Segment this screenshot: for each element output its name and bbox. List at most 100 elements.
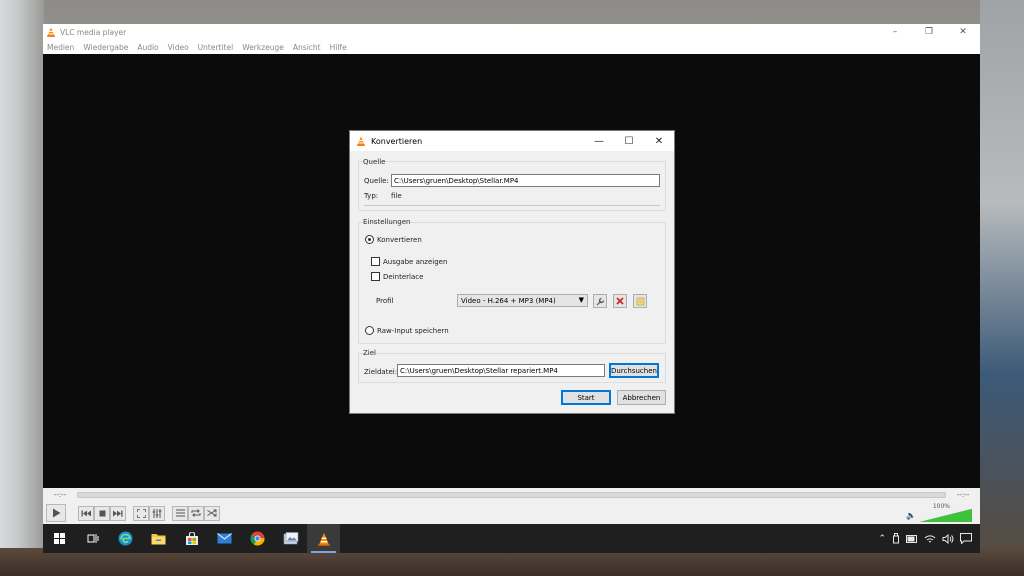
dropdown-arrow-icon: ▼ xyxy=(578,296,584,304)
edit-profile-button[interactable] xyxy=(593,294,607,308)
volume-slider[interactable] xyxy=(920,509,972,522)
task-view-button[interactable] xyxy=(76,524,109,553)
volume-control[interactable]: 100% 🔈 xyxy=(906,503,976,523)
start-button[interactable] xyxy=(43,524,76,553)
vlc-cone-icon xyxy=(47,27,55,37)
browse-button[interactable]: Durchsuchen xyxy=(609,363,659,378)
previous-button[interactable] xyxy=(78,505,94,521)
profile-select-value: Video - H.264 + MP3 (MP4) xyxy=(461,297,556,305)
windows-start-icon xyxy=(54,533,65,544)
profile-select[interactable]: Video - H.264 + MP3 (MP4) ▼ xyxy=(457,294,588,307)
dialog-titlebar[interactable]: Konvertieren — ☐ ✕ xyxy=(350,131,674,151)
menu-wiedergabe[interactable]: Wiedergabe xyxy=(83,43,128,52)
raw-input-radio[interactable] xyxy=(365,326,374,335)
type-label: Typ: xyxy=(364,192,379,200)
chevron-up-icon[interactable]: ⌃ xyxy=(878,534,886,544)
start-button[interactable]: Start xyxy=(561,390,611,405)
chrome-icon xyxy=(250,531,265,546)
delete-profile-button[interactable] xyxy=(613,294,627,308)
speaker-icon[interactable]: 🔈 xyxy=(906,511,916,520)
stop-button[interactable] xyxy=(94,505,110,521)
dialog-minimize-button[interactable]: — xyxy=(584,131,614,151)
store-taskbar-item[interactable] xyxy=(175,524,208,553)
dest-label: Zieldatei: xyxy=(364,368,398,376)
background-right xyxy=(980,0,1024,576)
playlist-icon xyxy=(175,509,185,517)
playback-controls: --:-- --:-- 100% 🔈 xyxy=(43,488,980,524)
minimize-button[interactable]: – xyxy=(878,24,912,40)
dialog-close-button[interactable]: ✕ xyxy=(644,131,674,151)
dialog-title: Konvertieren xyxy=(371,136,423,146)
time-elapsed: --:-- xyxy=(53,490,67,499)
source-input[interactable]: C:\Users\gruen\Desktop\Stellar.MP4 xyxy=(391,174,660,187)
windows-taskbar: ⌃ xyxy=(43,524,980,553)
volume-tray-icon[interactable] xyxy=(942,533,954,544)
menu-untertitel[interactable]: Untertitel xyxy=(198,43,234,52)
show-output-label[interactable]: Ausgabe anzeigen xyxy=(383,258,447,266)
dialog-maximize-button[interactable]: ☐ xyxy=(614,131,644,151)
menu-medien[interactable]: Medien xyxy=(47,43,74,52)
photos-taskbar-item[interactable] xyxy=(274,524,307,553)
menu-werkzeuge[interactable]: Werkzeuge xyxy=(242,43,284,52)
loop-icon xyxy=(191,509,201,517)
close-button[interactable]: ✕ xyxy=(946,24,980,40)
file-explorer-icon xyxy=(151,534,166,545)
delete-x-icon xyxy=(616,297,624,305)
edge-taskbar-item[interactable] xyxy=(109,524,142,553)
source-label: Quelle: xyxy=(364,177,389,185)
fullscreen-button[interactable] xyxy=(133,505,149,521)
file-explorer-taskbar-item[interactable] xyxy=(142,524,175,553)
vlc-taskbar-item[interactable] xyxy=(307,524,340,553)
extended-settings-button[interactable] xyxy=(149,505,165,521)
notification-icon[interactable] xyxy=(960,533,972,544)
next-button[interactable] xyxy=(110,505,126,521)
wifi-icon[interactable] xyxy=(924,534,936,544)
new-profile-button[interactable] xyxy=(633,294,647,308)
background-left xyxy=(0,0,44,576)
source-divider xyxy=(364,205,660,206)
deinterlace-checkbox[interactable] xyxy=(371,272,380,281)
mail-icon xyxy=(217,533,232,544)
menu-video[interactable]: Video xyxy=(168,43,189,52)
dest-input[interactable]: C:\Users\gruen\Desktop\Stellar repariert… xyxy=(397,364,605,377)
usb-icon[interactable] xyxy=(892,533,900,544)
vlc-icon xyxy=(317,532,330,546)
skip-forward-icon xyxy=(113,510,123,516)
loop-button[interactable] xyxy=(188,505,204,521)
show-output-checkbox[interactable] xyxy=(371,257,380,266)
chrome-taskbar-item[interactable] xyxy=(241,524,274,553)
restore-button[interactable]: ❐ xyxy=(912,24,946,40)
photos-icon xyxy=(283,532,298,545)
wrench-icon xyxy=(596,297,604,305)
play-button[interactable] xyxy=(46,504,66,522)
shuffle-icon xyxy=(207,509,217,517)
vlc-titlebar[interactable]: VLC media player – ❐ ✕ xyxy=(43,24,980,40)
store-icon xyxy=(185,531,198,545)
equalizer-icon xyxy=(152,508,162,518)
menu-ansicht[interactable]: Ansicht xyxy=(293,43,321,52)
deinterlace-label[interactable]: Deinterlace xyxy=(383,273,423,281)
type-value: file xyxy=(391,192,402,200)
menu-hilfe[interactable]: Hilfe xyxy=(330,43,347,52)
fullscreen-icon xyxy=(136,508,146,518)
mail-taskbar-item[interactable] xyxy=(208,524,241,553)
menu-audio[interactable]: Audio xyxy=(137,43,158,52)
playlist-button[interactable] xyxy=(172,505,188,521)
task-view-icon xyxy=(87,534,98,543)
raw-input-label[interactable]: Raw-Input speichern xyxy=(377,327,449,335)
vlc-cone-icon xyxy=(357,136,365,146)
cancel-button[interactable]: Abbrechen xyxy=(617,390,666,405)
new-profile-icon xyxy=(636,297,644,305)
system-tray: ⌃ xyxy=(878,524,972,553)
convert-radio-label[interactable]: Konvertieren xyxy=(377,236,422,244)
stop-icon xyxy=(99,510,105,516)
shuffle-button[interactable] xyxy=(204,505,220,521)
target-group-label: Ziel xyxy=(363,349,376,357)
vlc-menubar: Medien Wiedergabe Audio Video Untertitel… xyxy=(43,40,980,54)
time-total: --:-- xyxy=(956,490,970,499)
play-icon xyxy=(52,508,60,518)
settings-group-label: Einstellungen xyxy=(363,218,411,226)
convert-radio[interactable] xyxy=(365,235,374,244)
battery-icon[interactable] xyxy=(906,534,918,543)
seek-slider[interactable] xyxy=(77,491,946,498)
